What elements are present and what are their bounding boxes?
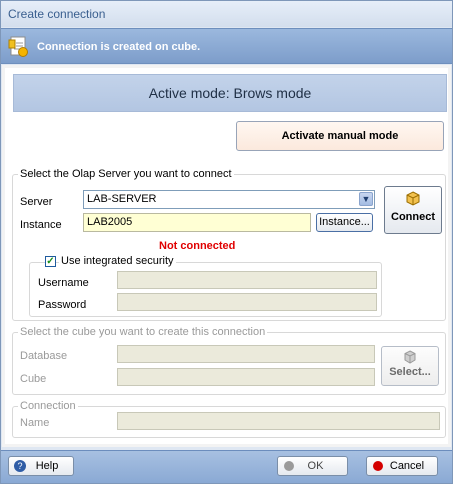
server-label: Server (20, 196, 53, 208)
help-button[interactable]: ? Help (8, 456, 74, 476)
chevron-down-icon[interactable]: ▼ (359, 192, 373, 206)
server-select[interactable]: LAB-SERVER ▼ (83, 190, 375, 209)
ok-button[interactable]: OK (277, 456, 348, 476)
activate-manual-mode-button[interactable]: Activate manual mode (236, 121, 444, 151)
cancel-button[interactable]: Cancel (366, 456, 438, 476)
select-button-label: Select... (389, 366, 431, 378)
mode-header: Active mode: Brows mode (13, 74, 447, 112)
connect-button-label: Connect (391, 211, 435, 223)
select-cube-button[interactable]: Select... (381, 346, 439, 386)
dialog-content: Active mode: Brows mode Activate manual … (2, 65, 451, 447)
cube-icon (403, 350, 417, 364)
ok-status-icon (284, 461, 294, 471)
ok-button-label: OK (307, 460, 324, 472)
server-value: LAB-SERVER (87, 193, 157, 205)
database-label: Database (20, 350, 68, 362)
server-group-legend: Select the Olap Server you want to conne… (18, 168, 234, 180)
cancel-button-label: Cancel (389, 460, 425, 472)
instance-field[interactable]: LAB2005 (83, 213, 311, 232)
connect-button[interactable]: Connect (384, 186, 442, 234)
dialog-footer: ? Help OK Cancel (1, 450, 452, 483)
connection-group-legend: Connection (18, 400, 78, 412)
cube-group-legend: Select the cube you want to create this … (18, 326, 268, 338)
connection-name-field[interactable] (117, 412, 440, 430)
cancel-status-icon (373, 461, 383, 471)
instance-label: Instance (20, 219, 62, 231)
database-field[interactable] (117, 345, 375, 363)
username-label: Username (38, 277, 89, 289)
name-label: Name (20, 417, 50, 429)
password-label: Password (38, 299, 87, 311)
info-banner: Connection is created on cube. (1, 28, 452, 64)
username-field[interactable] (117, 271, 377, 289)
integrated-security-label[interactable]: Use integrated security (59, 255, 176, 267)
banner-text: Connection is created on cube. (37, 41, 201, 53)
create-connection-dialog: Create connection Connection is created … (0, 0, 453, 484)
help-button-label: Help (35, 460, 59, 472)
cube-connect-icon (405, 191, 421, 207)
window-title: Create connection (1, 1, 452, 27)
password-field[interactable] (117, 293, 377, 311)
document-info-icon (7, 35, 31, 59)
cube-label: Cube (20, 373, 47, 385)
instance-button[interactable]: Instance... (316, 213, 373, 232)
help-icon: ? (14, 460, 26, 472)
cube-field[interactable] (117, 368, 375, 386)
integrated-security-checkbox[interactable]: ✓ (45, 256, 56, 267)
connection-status: Not connected (159, 240, 236, 252)
